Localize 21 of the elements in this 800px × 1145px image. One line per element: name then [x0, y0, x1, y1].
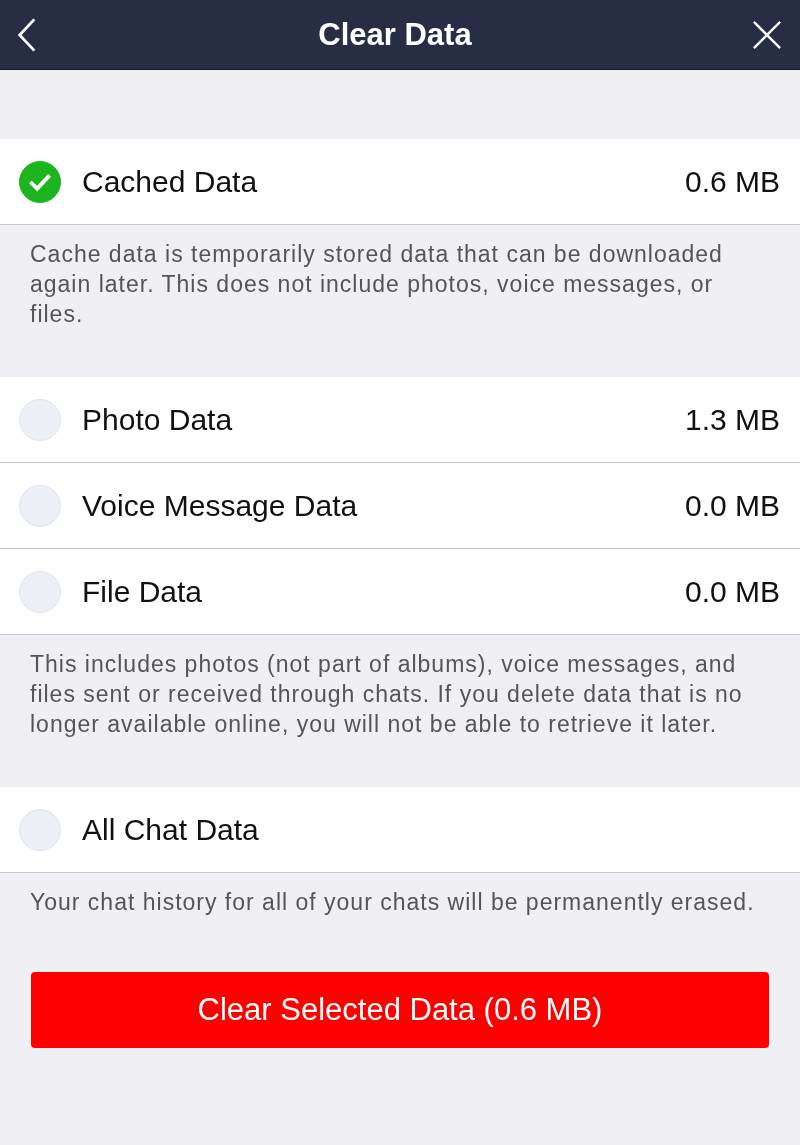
- clear-button[interactable]: Clear Selected Data (0.6 MB): [31, 972, 769, 1048]
- row-label: Photo Data: [82, 402, 234, 437]
- size-value: 0.6 MB: [684, 164, 780, 199]
- description-text: This includes photos (not part of albums), voice messages, and files sent or received through chats. If you delete data that is no longer available online, you will not be able to retrieve it later.: [30, 650, 744, 739]
- row-label: All Chat Data: [82, 812, 260, 847]
- list-row[interactable]: Photo Data 1.3 MB: [0, 377, 800, 463]
- row-label: Cached Data: [82, 164, 259, 199]
- size-value: 0.0 MB: [684, 488, 780, 523]
- list-row[interactable]: File Data 0.0 MB: [0, 549, 800, 635]
- list-row[interactable]: Cached Data 0.6 MB: [0, 139, 800, 225]
- size-value: 0.0 MB: [684, 574, 780, 609]
- close-icon[interactable]: [752, 19, 782, 50]
- checkbox[interactable]: [19, 160, 61, 203]
- description-text: Cache data is temporarily stored data that can be downloaded again later. This does not include photos, voice messages, or files.: [30, 240, 724, 329]
- row-label: File Data: [82, 574, 204, 609]
- size-value: 1.3 MB: [684, 402, 780, 437]
- list-row[interactable]: Voice Message Data 0.0 MB: [0, 463, 800, 549]
- row-label: Voice Message Data: [82, 488, 359, 523]
- description-text: Your chat history for all of your chats will be permanently erased.: [30, 888, 756, 917]
- screen-title: Clear Data: [318, 16, 472, 53]
- list-row[interactable]: All Chat Data: [0, 787, 800, 873]
